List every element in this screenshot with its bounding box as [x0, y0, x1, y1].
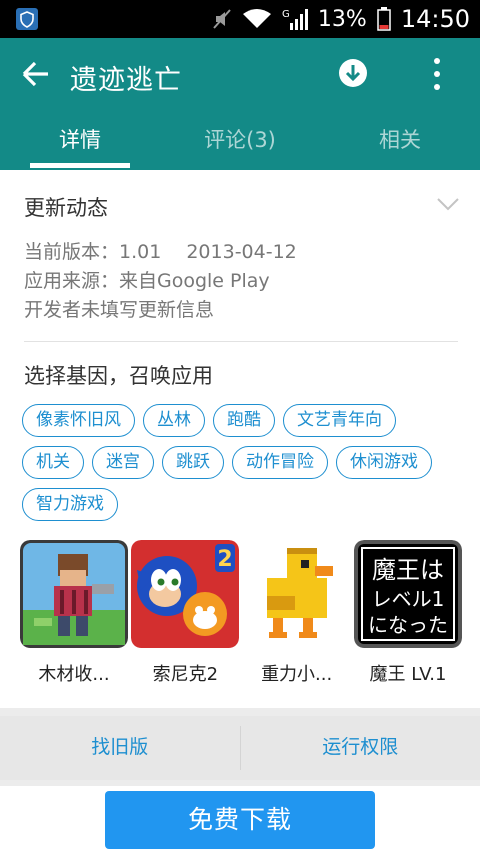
tag[interactable]: 迷宫 — [92, 446, 154, 479]
related-app-item[interactable]: 2 索尼克2 — [131, 540, 240, 686]
details-card: 更新动态 当前版本：1.01 2013-04-12 应用来源：来自Google … — [0, 170, 480, 708]
tag[interactable]: 跳跃 — [162, 446, 224, 479]
tab-comments[interactable]: 评论(3) — [160, 120, 320, 170]
related-app-name: 重力小... — [261, 664, 333, 685]
sonic2-icon: 2 — [131, 540, 240, 648]
signal-icon: G — [282, 9, 308, 30]
update-note-line: 开发者未填写更新信息 — [24, 299, 215, 321]
svg-text:レベル1: レベル1 — [372, 587, 445, 611]
back-arrow-icon — [22, 61, 48, 87]
tag[interactable]: 像素怀旧风 — [22, 404, 135, 437]
tag[interactable]: 机关 — [22, 446, 84, 479]
wifi-icon — [242, 9, 271, 28]
app-header: 遗迹逃亡 详情 评论(3) 相关 — [0, 38, 480, 170]
tab-bar: 详情 评论(3) 相关 — [0, 120, 480, 170]
shield-app-icon — [16, 8, 38, 30]
tag[interactable]: 跑酷 — [213, 404, 275, 437]
action-bar: 找旧版 运行权限 — [0, 716, 480, 780]
svg-text:になった: になった — [368, 613, 448, 637]
footer: 免费下载 — [0, 786, 480, 854]
tag[interactable]: 动作冒险 — [232, 446, 328, 479]
genes-section-title: 选择基因，召唤应用 — [24, 364, 213, 388]
tag[interactable]: 文艺青年向 — [283, 404, 396, 437]
tag[interactable]: 丛林 — [143, 404, 205, 437]
free-download-button[interactable]: 免费下载 — [105, 791, 375, 849]
permissions-button[interactable]: 运行权限 — [241, 716, 480, 780]
svg-text:G: G — [282, 9, 290, 20]
back-button[interactable] — [18, 56, 54, 92]
battery-icon — [377, 7, 391, 31]
svg-text:2: 2 — [218, 547, 233, 572]
related-app-item[interactable]: 重力小... — [242, 540, 351, 686]
divider — [24, 341, 458, 342]
maou-level1-icon: 魔王は レベル1 になった — [353, 540, 462, 648]
related-app-name: 索尼克2 — [152, 664, 219, 685]
version-line: 当前版本：1.01 2013-04-12 — [24, 241, 297, 263]
gene-tag-list: 像素怀旧风 丛林 跑酷 文艺青年向 机关 迷宫 跳跃 动作冒险 休闲游戏 智力游… — [22, 404, 462, 521]
clock: 14:50 — [400, 5, 470, 33]
related-app-name: 魔王 LV.1 — [369, 664, 447, 685]
pixel-duck-icon — [242, 540, 351, 648]
mute-icon — [213, 9, 231, 29]
lumberjack-pixel-icon — [20, 540, 128, 648]
related-app-item[interactable]: 魔王は レベル1 になった 魔王 LV.1 — [353, 540, 462, 686]
related-app-item[interactable]: 木材收... — [20, 540, 128, 686]
tab-details[interactable]: 详情 — [0, 120, 160, 170]
tag[interactable]: 休闲游戏 — [336, 446, 432, 479]
tab-related[interactable]: 相关 — [320, 120, 480, 170]
related-app-name: 木材收... — [38, 664, 110, 685]
page-title: 遗迹逃亡 — [70, 65, 182, 96]
status-bar: G 13% 14:50 — [0, 0, 480, 38]
more-options-icon[interactable] — [424, 58, 450, 90]
svg-text:魔王は: 魔王は — [372, 556, 444, 584]
related-apps: 木材收... 2 索尼克2 重力小... 魔王は レベル1 になった 魔王 LV… — [20, 540, 462, 686]
source-line: 应用来源：来自Google Play — [24, 270, 270, 292]
download-icon[interactable] — [338, 58, 368, 88]
update-info: 当前版本：1.01 2013-04-12 应用来源：来自Google Play … — [24, 238, 297, 325]
tag[interactable]: 智力游戏 — [22, 488, 118, 521]
update-section-title: 更新动态 — [24, 196, 108, 220]
old-version-button[interactable]: 找旧版 — [0, 716, 240, 780]
chevron-down-icon[interactable] — [436, 196, 460, 212]
battery-percent: 13% — [317, 6, 367, 32]
